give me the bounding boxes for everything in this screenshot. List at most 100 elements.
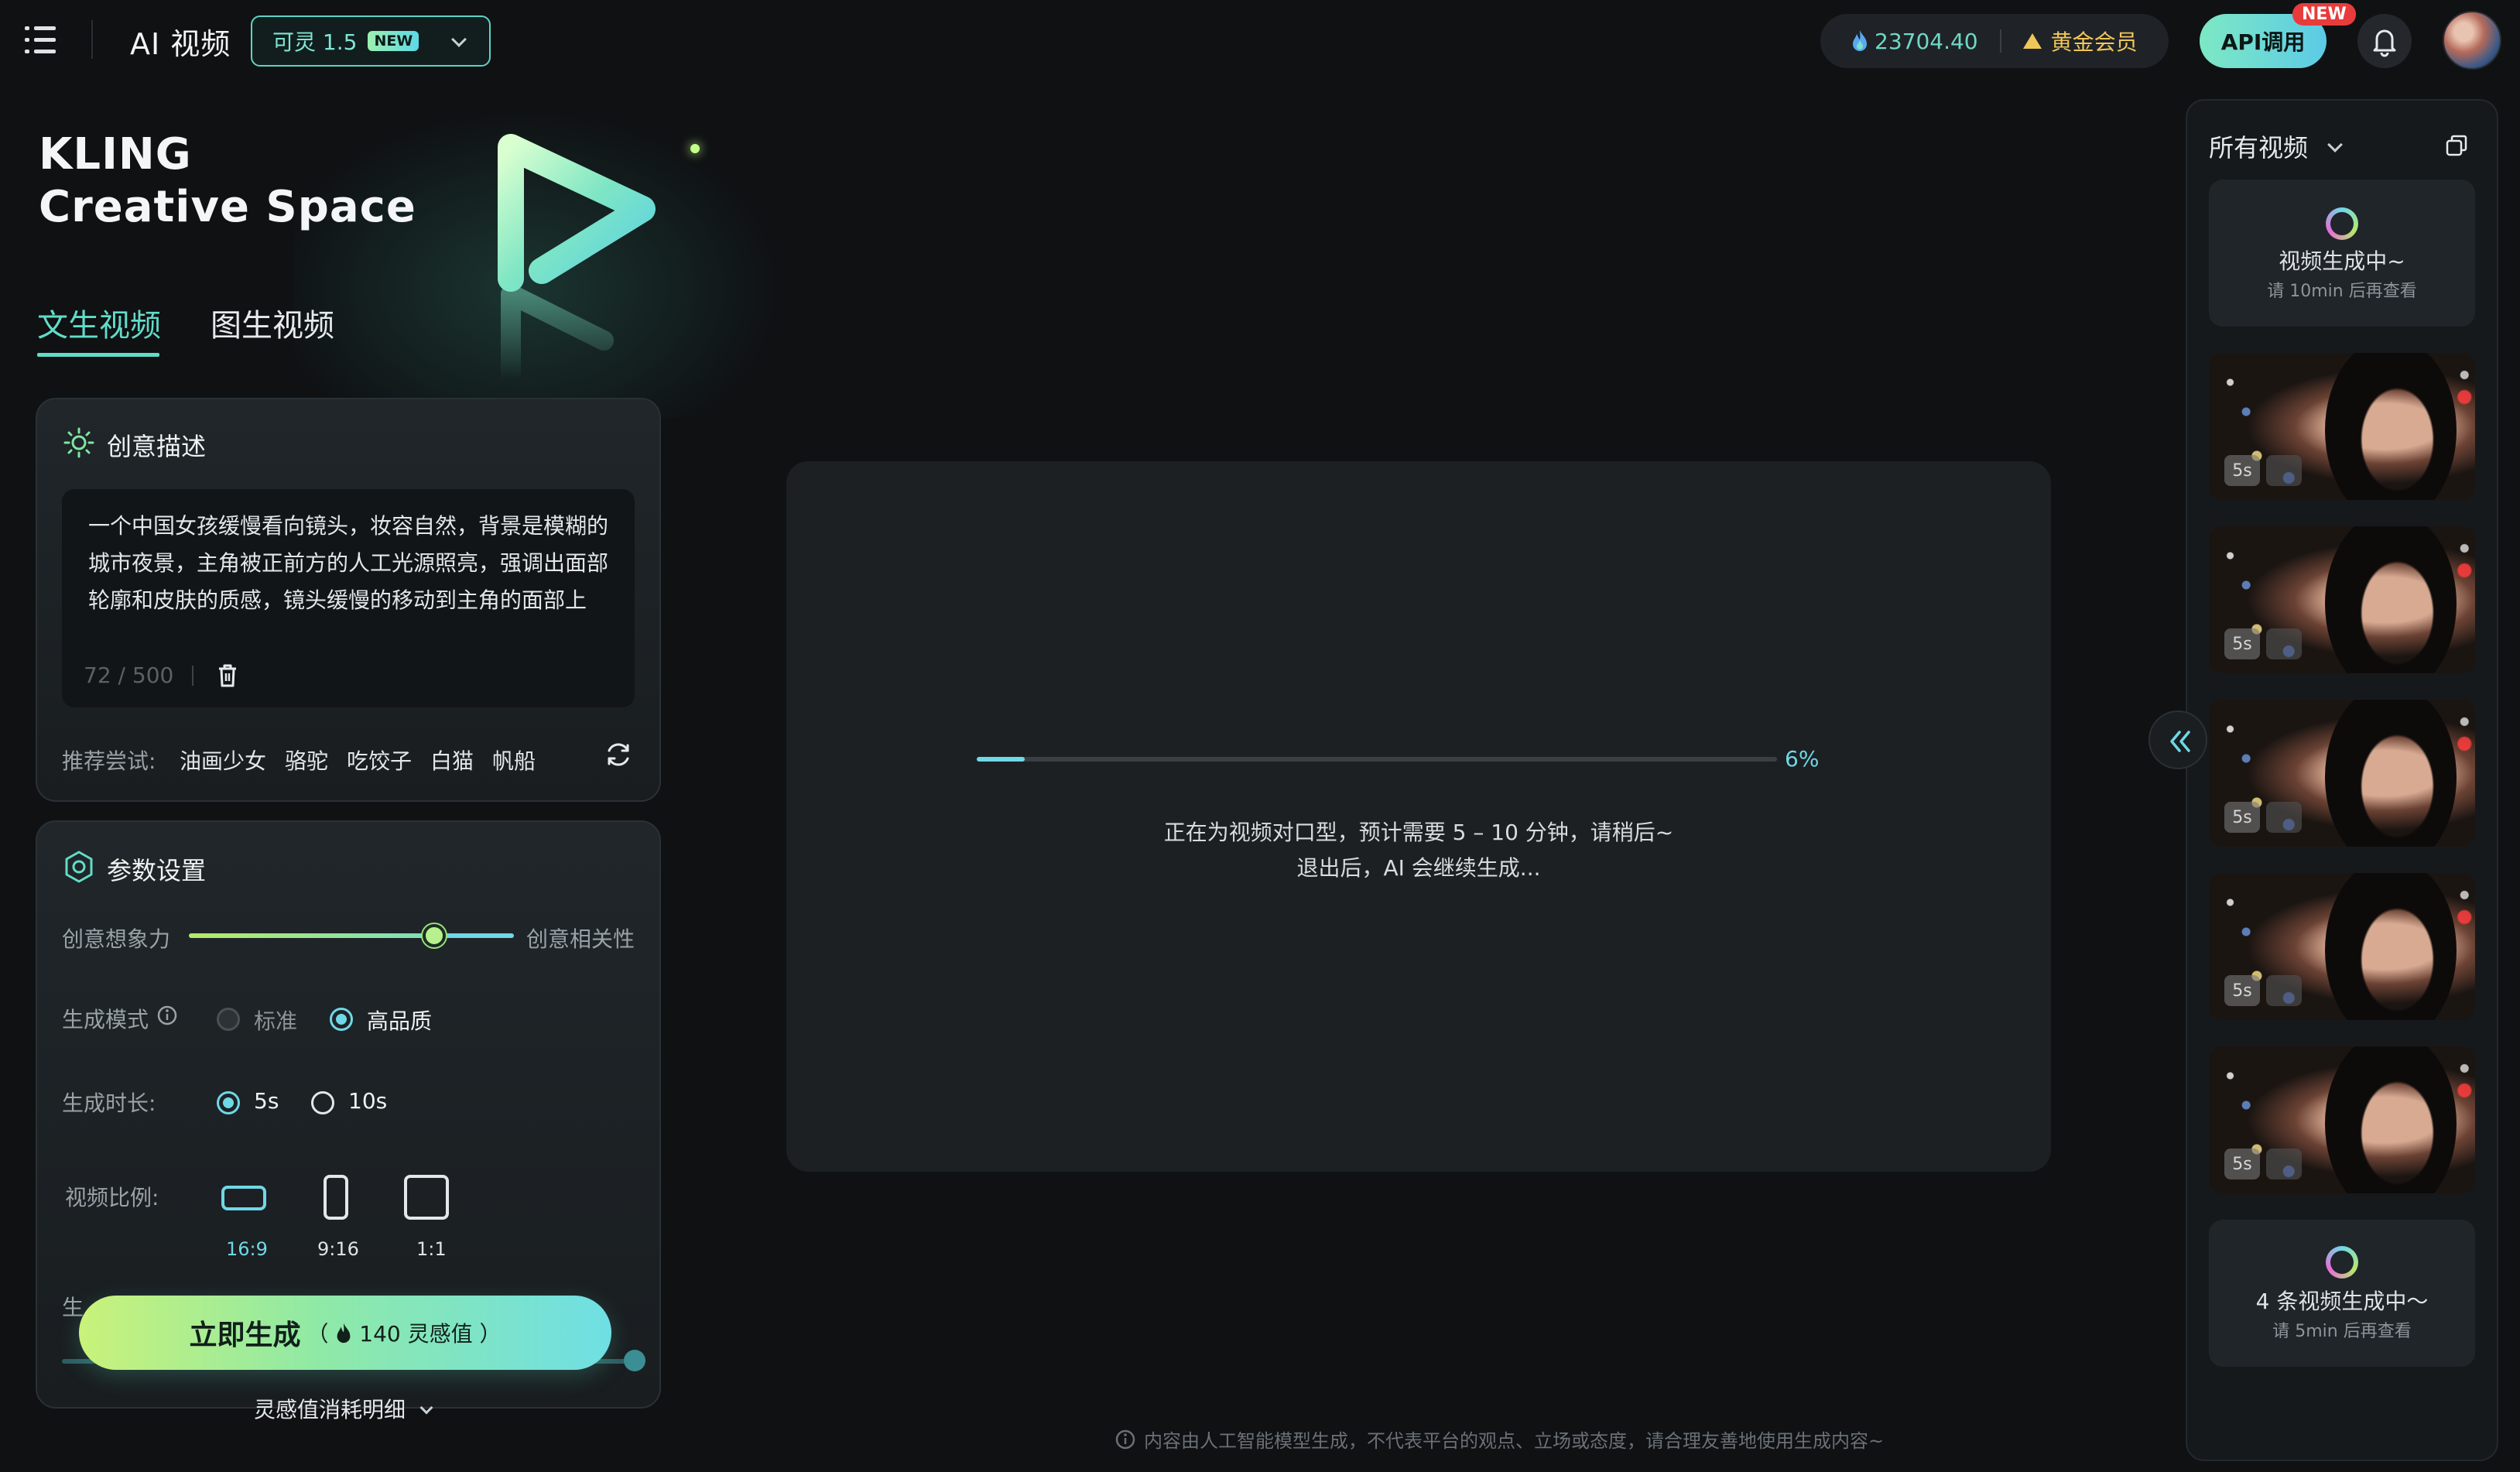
notification-button[interactable] — [2357, 14, 2412, 68]
hidden-param-label: 生 — [62, 1295, 84, 1320]
lip-sync-icon — [2266, 975, 2302, 1006]
generate-label: 立即生成 — [189, 1320, 301, 1351]
generating-title: 视频生成中~ — [2279, 248, 2405, 274]
progress-fill — [977, 757, 1025, 762]
footer-note: 内容由人工智能模型生成，不代表平台的观点、立场或态度，请合理友善地使用生成内容~ — [1114, 1426, 1884, 1453]
batch-generating-title: 4 条视频生成中～ — [2255, 1289, 2429, 1314]
generating-card: 视频生成中~ 请 10min 后再查看 — [2209, 180, 2475, 327]
mode-option-standard[interactable]: 标准 — [254, 1005, 297, 1036]
credits-divider — [1999, 29, 2001, 53]
ratio-9-16-icon[interactable] — [324, 1175, 348, 1220]
suggestion-chip[interactable]: 白猫 — [430, 745, 474, 775]
generate-button[interactable]: 立即生成 （ 140 灵感值 ） — [79, 1296, 611, 1370]
suggestion-chip[interactable]: 油画少女 — [180, 745, 266, 775]
video-thumbnail[interactable]: 5s — [2209, 700, 2475, 847]
info-icon — [1115, 1429, 1135, 1449]
suggestion-chip[interactable]: 骆驼 — [285, 745, 328, 775]
progress-bar — [977, 757, 1777, 762]
video-thumbnail[interactable]: 5s — [2209, 873, 2475, 1020]
lip-sync-icon — [2266, 628, 2302, 659]
secondary-slider-thumb[interactable] — [624, 1350, 645, 1371]
double-chevron-left-icon — [2170, 731, 2190, 752]
duration-option-5s[interactable]: 5s — [254, 1088, 279, 1114]
brand-title: KLING Creative Space — [39, 129, 416, 232]
creativity-slider-thumb[interactable] — [423, 924, 446, 947]
sparkle-dot — [690, 144, 700, 153]
video-filter-select[interactable]: 所有视频 — [2209, 128, 2344, 164]
tab-text-to-video[interactable]: 文生视频 — [37, 300, 161, 345]
mode-label: 生成模式 — [62, 1007, 149, 1032]
lip-sync-icon — [2266, 455, 2302, 486]
generate-cost: （ 140 灵感值 ） — [306, 1321, 502, 1347]
user-avatar[interactable] — [2443, 11, 2501, 70]
duration-badge: 5s — [2224, 802, 2260, 833]
model-new-badge: NEW — [368, 31, 419, 51]
slider-right-label: 创意相关性 — [526, 926, 635, 952]
duration-badge: 5s — [2224, 975, 2260, 1006]
sun-icon — [63, 427, 94, 458]
copy-icon[interactable] — [2444, 133, 2469, 158]
collapse-button[interactable] — [2149, 710, 2207, 769]
status-line-2: 退出后，AI 会继续生成... — [1296, 855, 1541, 881]
ratio-1-1-icon[interactable] — [404, 1175, 449, 1220]
lip-sync-icon — [2266, 1149, 2302, 1179]
spinner-icon — [2326, 207, 2358, 240]
generating-sub: 请 10min 后再查看 — [2267, 282, 2417, 301]
video-thumbnail[interactable]: 5s — [2209, 1046, 2475, 1193]
batch-generating-sub: 请 5min 后再查看 — [2272, 1322, 2412, 1341]
duration-badge: 5s — [2224, 1149, 2260, 1179]
counter-divider — [192, 666, 193, 686]
crown-icon — [2022, 33, 2042, 49]
duration-option-10s[interactable]: 10s — [348, 1088, 387, 1114]
refresh-icon[interactable] — [604, 740, 633, 769]
trash-icon[interactable] — [215, 662, 240, 689]
duration-badge: 5s — [2224, 455, 2260, 486]
thumbnail-figure — [2325, 353, 2457, 500]
chevron-down-icon — [451, 32, 467, 47]
thumbnail-figure — [2325, 1046, 2457, 1193]
kling-logo-icon — [498, 134, 656, 389]
model-label: 可灵 1.5 — [272, 29, 358, 55]
description-title: 创意描述 — [107, 432, 207, 461]
api-new-badge: NEW — [2292, 3, 2356, 26]
mode-option-high-quality[interactable]: 高品质 — [367, 1005, 432, 1036]
tab-image-to-video[interactable]: 图生视频 — [211, 300, 334, 345]
radio-high-quality[interactable] — [330, 1008, 353, 1031]
ratio-9-16-label[interactable]: 9:16 — [317, 1238, 359, 1260]
credits-value: 23704.40 — [1875, 28, 1978, 54]
info-icon[interactable] — [156, 1005, 178, 1026]
ratio-16-9-icon[interactable] — [221, 1186, 266, 1210]
credits-pill[interactable]: 23704.40 黄金会员 — [1820, 14, 2169, 68]
video-thumbnail[interactable]: 5s — [2209, 526, 2475, 673]
radio-5s[interactable] — [217, 1091, 240, 1114]
membership-label: 黄金会员 — [2050, 29, 2138, 55]
status-line-1: 正在为视频对口型，预计需要 5 – 10 分钟，请稍后~ — [1163, 820, 1674, 845]
flame-icon — [1853, 30, 1867, 51]
model-select[interactable]: 可灵 1.5 NEW — [251, 15, 491, 67]
header-divider — [91, 20, 93, 59]
spinner-icon — [2326, 1246, 2358, 1279]
prompt-text[interactable]: 一个中国女孩缓慢看向镜头，妆容自然，背景是模糊的城市夜景，主角被正前方的人工光源… — [88, 508, 622, 619]
creativity-slider[interactable] — [189, 933, 514, 938]
char-counter: 72 / 500 — [84, 662, 174, 688]
radio-10s[interactable] — [311, 1091, 334, 1114]
thumbnail-figure — [2325, 873, 2457, 1020]
ratio-1-1-label[interactable]: 1:1 — [416, 1238, 447, 1260]
flame-icon — [337, 1323, 351, 1344]
suggestion-chip[interactable]: 帆船 — [492, 745, 536, 775]
bell-icon — [2373, 29, 2396, 57]
batch-generating-card: 4 条视频生成中～ 请 5min 后再查看 — [2209, 1220, 2475, 1367]
radio-standard[interactable] — [217, 1008, 240, 1031]
slider-left-label: 创意想象力 — [62, 926, 171, 952]
tab-active-underline — [37, 353, 159, 357]
suggestion-chip[interactable]: 吃饺子 — [347, 745, 412, 775]
app-title: AI 视频 — [130, 27, 231, 61]
video-thumbnail[interactable]: 5s — [2209, 353, 2475, 500]
progress-percent: 6% — [1785, 746, 1820, 772]
thumbnail-figure — [2325, 700, 2457, 847]
thumbnail-figure — [2325, 526, 2457, 673]
menu-icon[interactable] — [25, 26, 56, 54]
credits-detail-link[interactable]: 灵感值消耗明细 — [254, 1393, 433, 1424]
duration-badge: 5s — [2224, 628, 2260, 659]
ratio-16-9-label[interactable]: 16:9 — [226, 1238, 268, 1260]
